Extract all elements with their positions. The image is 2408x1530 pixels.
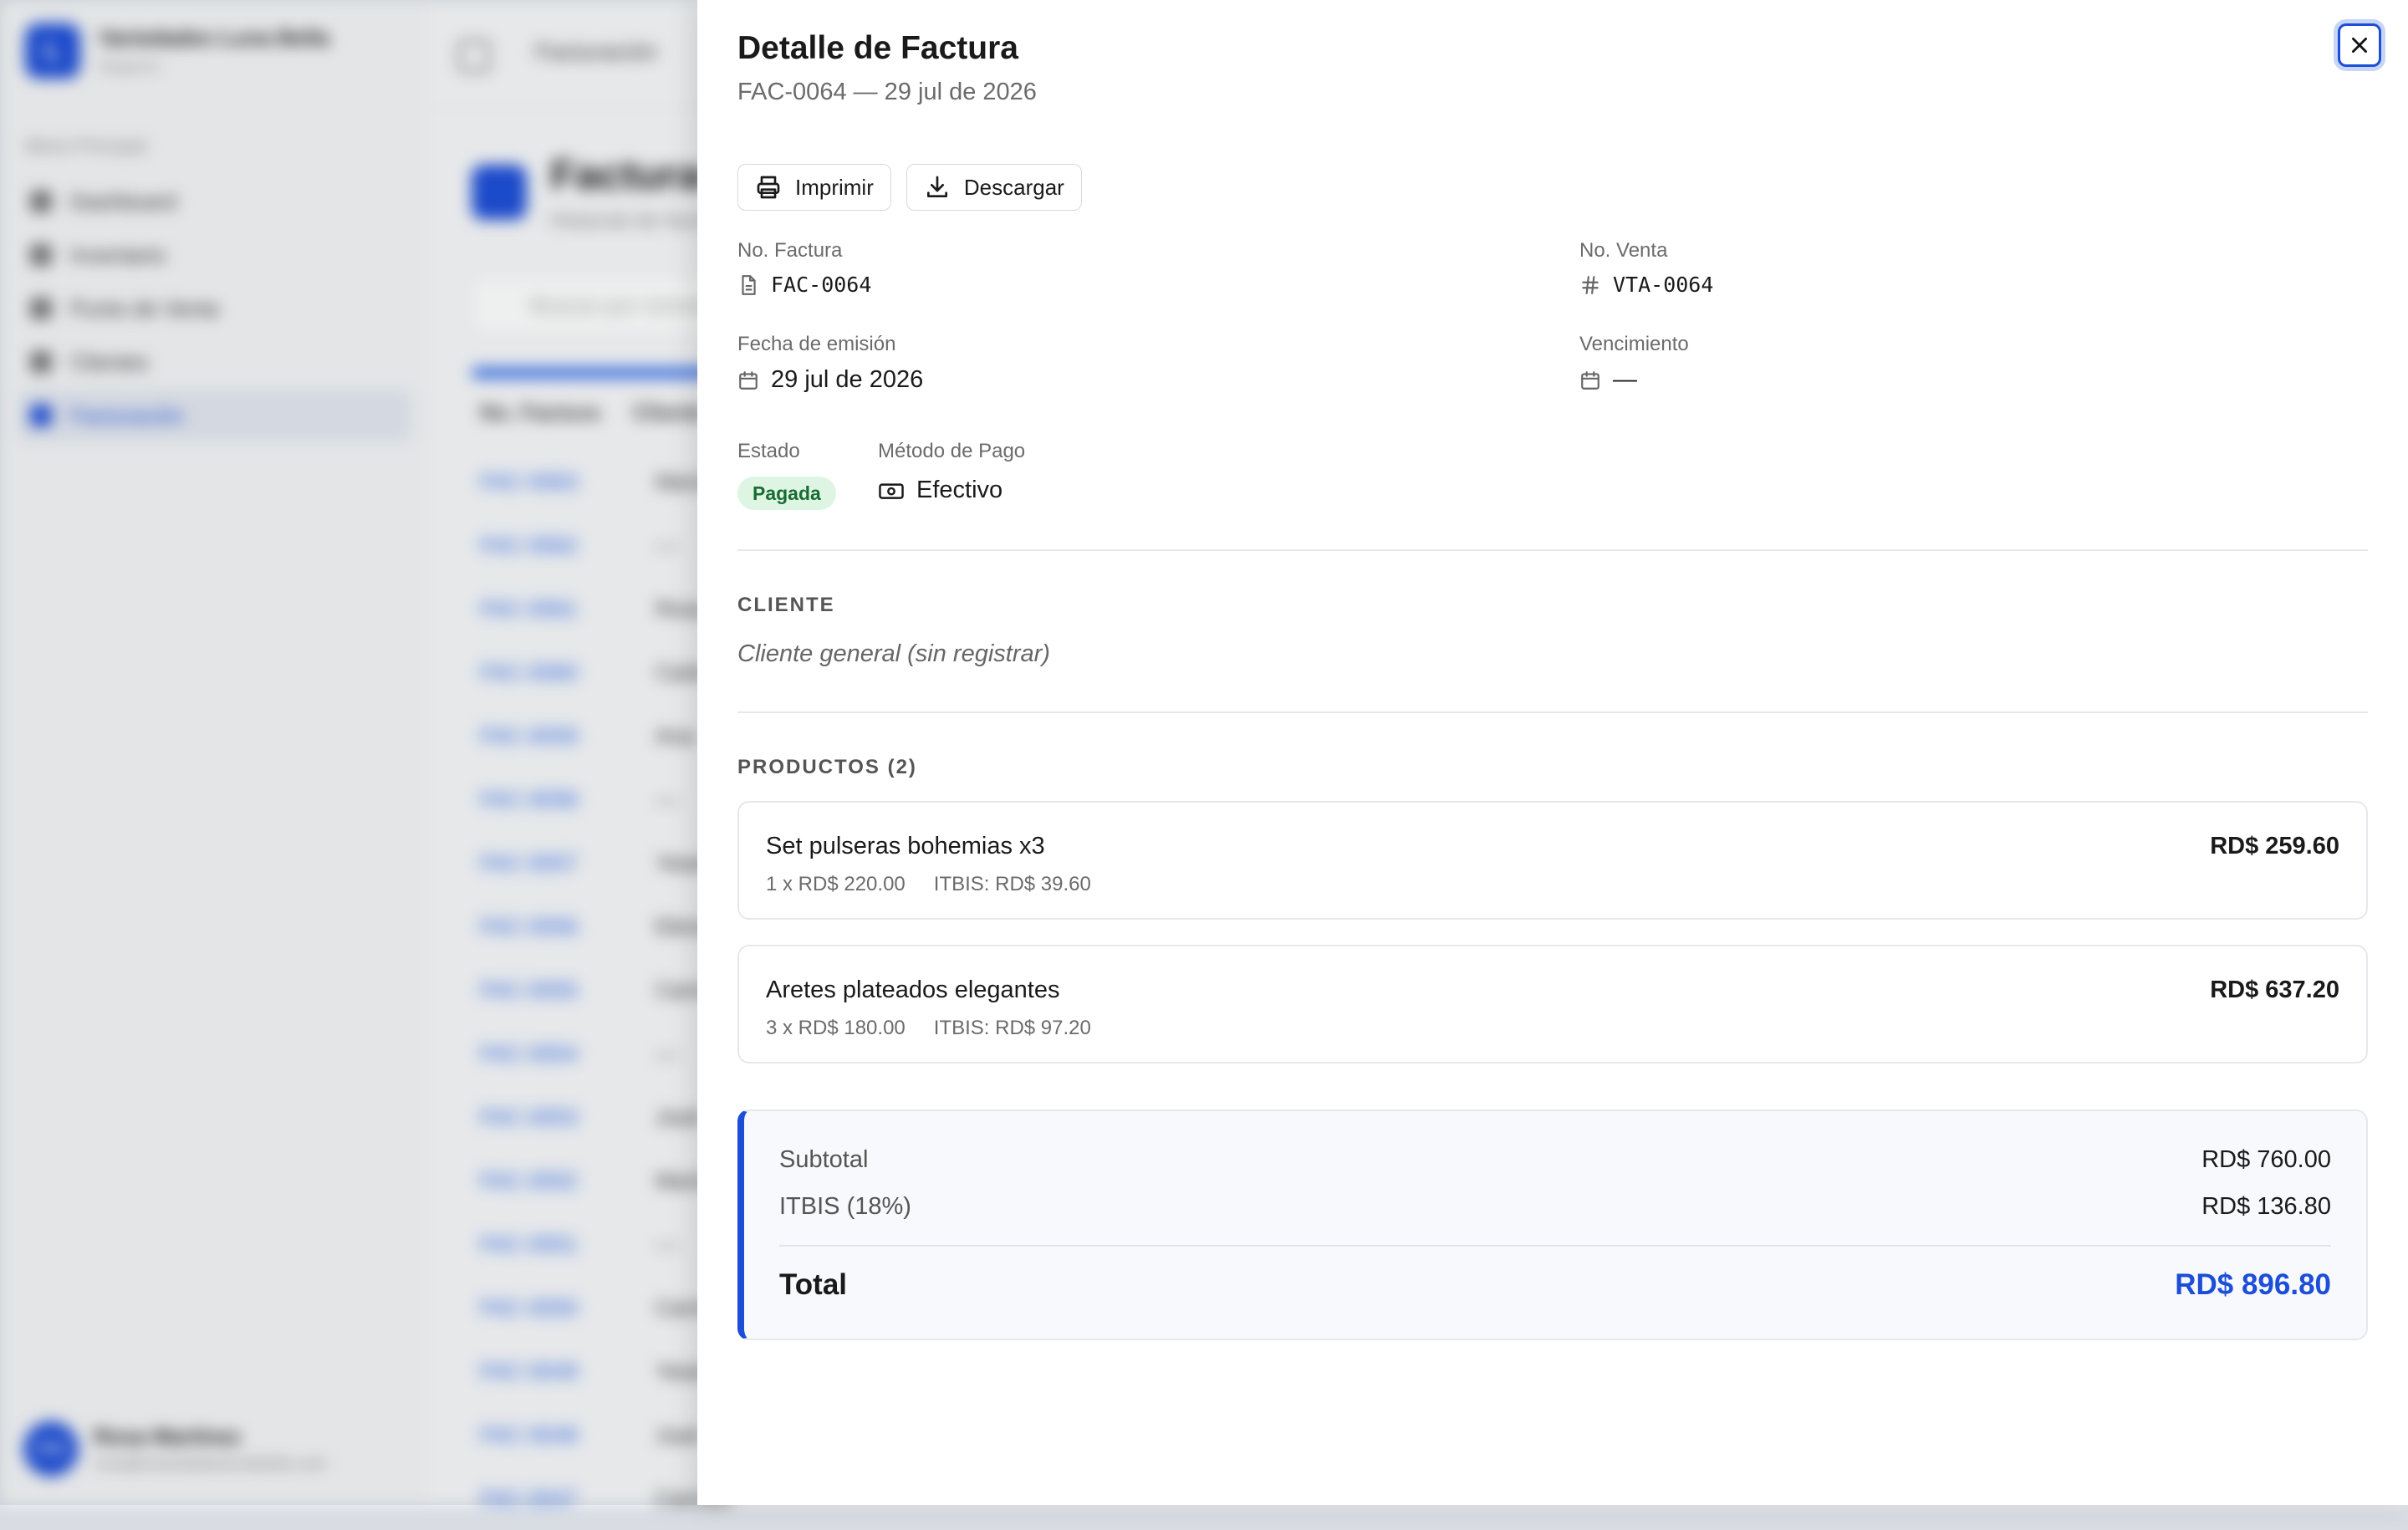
product-total: RD$ 637.20 <box>2210 977 2339 1003</box>
banknote-icon <box>878 480 905 502</box>
sale-no-value: VTA-0064 <box>1613 273 1714 297</box>
invoice-no: FAC-0064 <box>737 273 871 297</box>
totals-divider <box>779 1245 2331 1247</box>
payment-method-value: Efectivo <box>916 477 1003 503</box>
tax-value: RD$ 136.80 <box>2201 1193 2331 1220</box>
due-date-label: Vencimiento <box>1579 333 1689 355</box>
due-date: — <box>1579 366 1637 394</box>
total-value: RD$ 896.80 <box>2175 1268 2331 1301</box>
payment-method: Efectivo <box>878 477 1002 504</box>
divider <box>737 549 2368 551</box>
product-card: Set pulseras bohemias x3 1 x RD$ 220.00 … <box>737 801 2368 920</box>
drawer-title: Detalle de Factura <box>737 30 1018 66</box>
invoice-no-value: FAC-0064 <box>771 273 872 297</box>
issue-date: 29 jul de 2026 <box>737 366 923 394</box>
issue-date-label: Fecha de emisión <box>737 333 896 355</box>
print-button-label: Imprimir <box>795 174 874 200</box>
calendar-icon <box>737 370 759 391</box>
divider <box>737 711 2368 713</box>
product-tax: ITBIS: RD$ 97.20 <box>933 1017 1091 1039</box>
invoice-detail-drawer: Detalle de Factura FAC-0064 — 29 jul de … <box>697 0 2408 1505</box>
drawer-subtitle: FAC-0064 — 29 jul de 2026 <box>737 79 1037 105</box>
client-value: Cliente general (sin registrar) <box>737 640 1050 667</box>
product-qty-price: 1 x RD$ 220.00 <box>766 873 906 895</box>
subtotal-row: Subtotal RD$ 760.00 <box>779 1146 2331 1174</box>
subtotal-value: RD$ 760.00 <box>2201 1146 2331 1173</box>
product-name: Aretes plateados elegantes <box>766 977 1060 1003</box>
download-button-label: Descargar <box>963 174 1064 200</box>
subtotal-label: Subtotal <box>779 1146 869 1173</box>
sale-no: VTA-0064 <box>1579 273 1713 297</box>
issue-date-value: 29 jul de 2026 <box>771 366 924 393</box>
status-badge: Pagada <box>737 477 836 510</box>
product-meta: 3 x RD$ 180.00 ITBIS: RD$ 97.20 <box>766 1017 1091 1040</box>
status-label: Estado <box>737 440 800 462</box>
client-section-title: CLIENTE <box>737 594 835 616</box>
download-button[interactable]: Descargar <box>906 164 1082 211</box>
tax-row: ITBIS (18%) RD$ 136.80 <box>779 1193 2331 1221</box>
total-label: Total <box>779 1268 848 1301</box>
product-name: Set pulseras bohemias x3 <box>766 833 1045 859</box>
close-button[interactable] <box>2338 23 2381 67</box>
file-icon <box>737 274 759 296</box>
printer-icon <box>755 174 782 201</box>
product-meta: 1 x RD$ 220.00 ITBIS: RD$ 39.60 <box>766 873 1091 896</box>
tax-label: ITBIS (18%) <box>779 1193 911 1220</box>
total-row: Total RD$ 896.80 <box>779 1268 2331 1302</box>
product-qty-price: 3 x RD$ 180.00 <box>766 1017 906 1039</box>
payment-method-label: Método de Pago <box>878 440 1026 462</box>
totals-card: Subtotal RD$ 760.00 ITBIS (18%) RD$ 136.… <box>737 1109 2368 1340</box>
product-tax: ITBIS: RD$ 39.60 <box>933 873 1091 895</box>
sale-no-label: No. Venta <box>1579 239 1668 262</box>
product-card: Aretes plateados elegantes 3 x RD$ 180.0… <box>737 945 2368 1063</box>
invoice-no-label: No. Factura <box>737 239 843 262</box>
download-icon <box>924 174 951 201</box>
print-button[interactable]: Imprimir <box>737 164 891 211</box>
calendar-icon <box>1579 370 1601 391</box>
close-icon <box>2349 34 2370 56</box>
drawer-actions: Imprimir Descargar <box>737 164 1082 211</box>
products-section-title: PRODUCTOS (2) <box>737 756 917 778</box>
due-date-value: — <box>1613 366 1637 393</box>
product-total: RD$ 259.60 <box>2210 833 2339 859</box>
hash-icon <box>1579 274 1601 296</box>
